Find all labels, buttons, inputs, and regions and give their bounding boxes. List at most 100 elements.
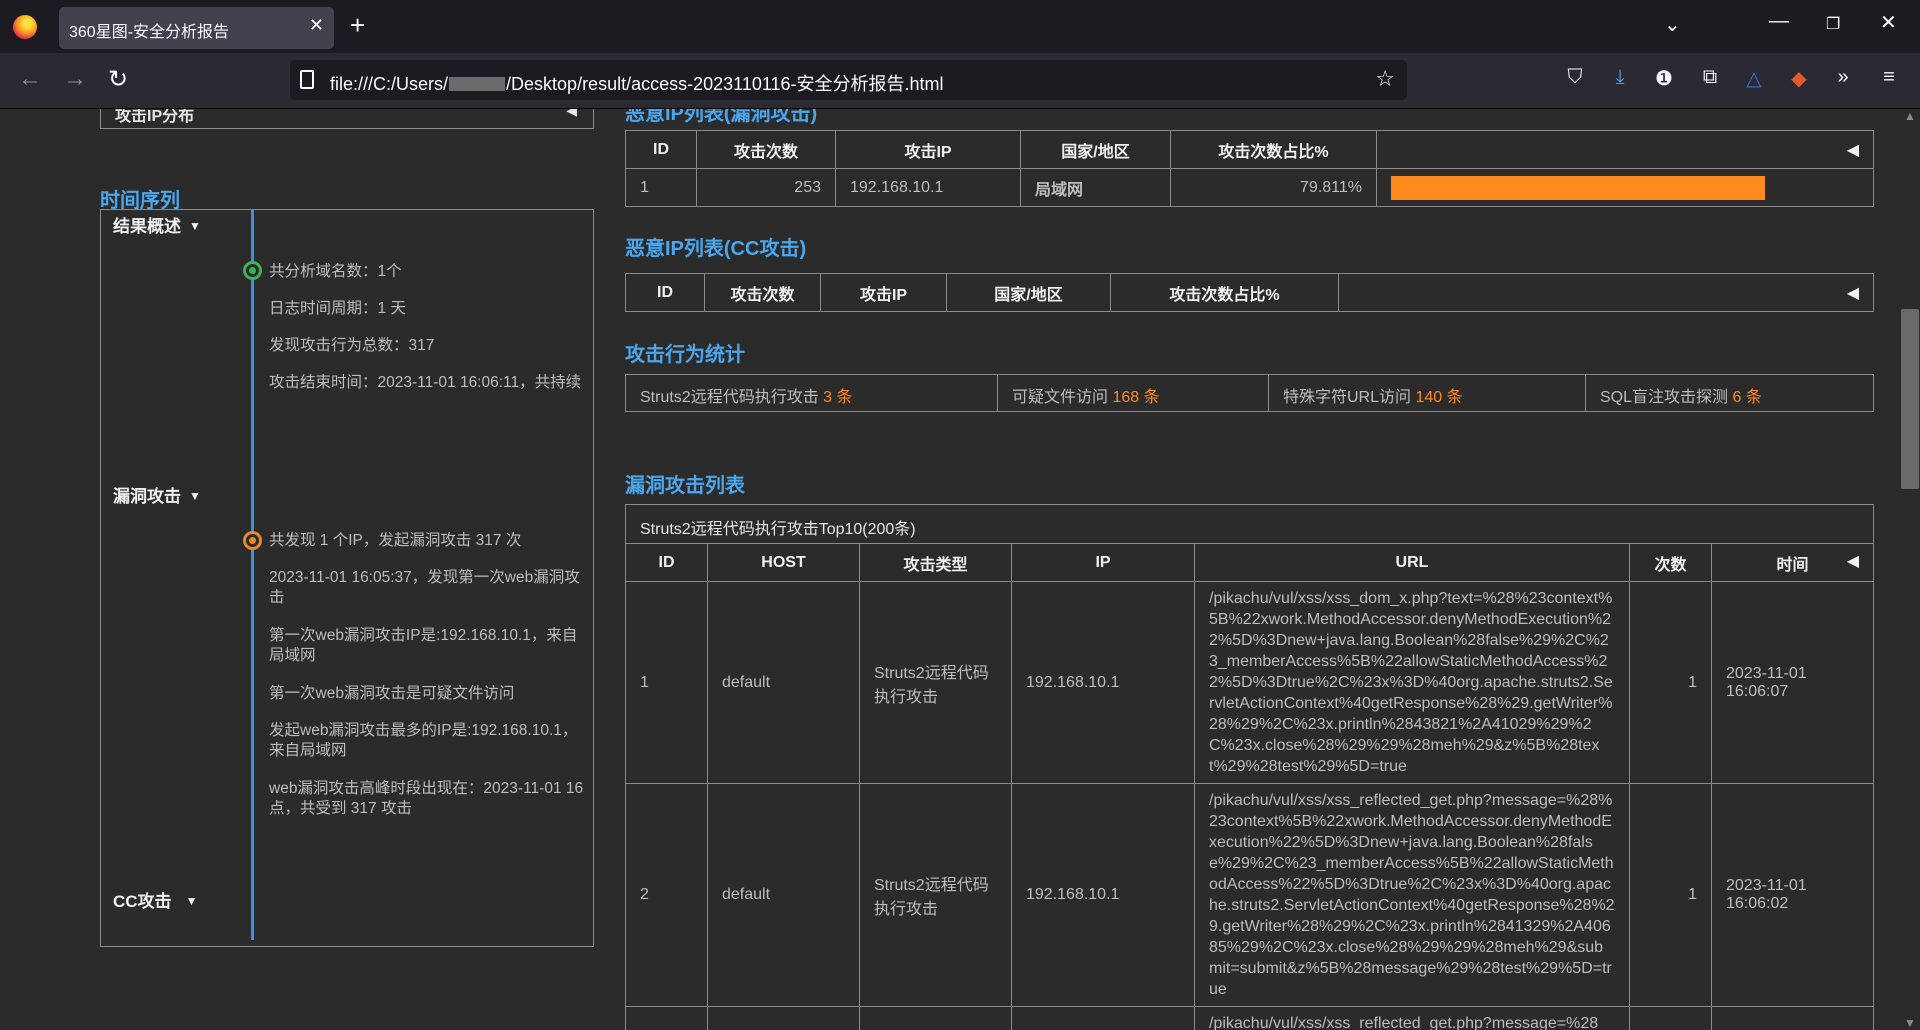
caret-down-icon: ▼ (189, 489, 201, 503)
cell-url: /pikachu/vul/xss/xss_reflected_get.php?m… (1194, 1006, 1630, 1030)
extension-blue-icon[interactable]: △ (1741, 66, 1767, 91)
col-region[interactable]: 国家/地区 (946, 273, 1111, 312)
col-id[interactable]: ID (625, 130, 697, 169)
section-cc-header[interactable]: CC攻击 ▼ (113, 887, 197, 912)
cell-count: 253 (696, 168, 836, 207)
restore-icon[interactable]: ❐ (1826, 14, 1840, 34)
url-text[interactable]: file:///C:/Users//Desktop/result/access-… (330, 70, 944, 96)
extensions-icon[interactable]: ⧉ (1697, 66, 1723, 89)
notification-badge-icon[interactable]: ❶ (1651, 66, 1677, 91)
summary-item: 攻击结束时间：2023-11-01 16:06:11，共持续 (269, 374, 582, 391)
minimize-icon[interactable]: — (1769, 10, 1789, 33)
firefox-icon[interactable] (13, 15, 37, 39)
col-host[interactable]: HOST (707, 543, 860, 582)
cell-id: 1 (625, 581, 708, 784)
col-pct[interactable]: 攻击次数占比% (1170, 130, 1377, 169)
col-pct[interactable]: 攻击次数占比% (1110, 273, 1339, 312)
pocket-icon[interactable]: ⛉ (1562, 66, 1588, 89)
col-count[interactable]: 次数 (1629, 543, 1712, 582)
cell-id: 2 (625, 783, 708, 1007)
nav-bar: ← → ↻ file:///C:/Users//Desktop/result/a… (0, 53, 1920, 109)
forward-icon[interactable]: → (63, 65, 87, 93)
timeseries-box: 结果概述 ▼ 共分析域名数：1个 日志时间周期：1 天 发现攻击行为总数：317 … (100, 209, 594, 947)
cell-count: 1 (1629, 581, 1712, 784)
collapse-arrow-icon[interactable]: ◀ (1376, 130, 1874, 169)
summary-item: 日志时间周期：1 天 (269, 300, 406, 317)
attack-stats-box: Struts2远程代码执行攻击 3 条 可疑文件访问 168 条 特殊字符URL… (625, 374, 1874, 412)
scroll-up-icon[interactable]: ▲ (1904, 109, 1916, 123)
bookmark-star-icon[interactable]: ☆ (1375, 66, 1395, 92)
redacted-username (449, 77, 506, 91)
timeline-dot-green (243, 261, 262, 280)
col-id[interactable]: ID (625, 543, 708, 582)
cell-ip: 192.168.10.1 (1011, 783, 1195, 1007)
collapse-arrow-icon[interactable]: ◀ (1338, 273, 1874, 312)
attack-stats-heading: 攻击行为统计 (625, 344, 745, 366)
cell-bar (1376, 168, 1874, 207)
reload-icon[interactable]: ↻ (108, 65, 128, 94)
cell-type: Struts2远程代码执行攻击 (859, 783, 1012, 1007)
timeline-dot-orange (243, 531, 262, 550)
cell-id: 1 (625, 168, 697, 207)
vuln-item: 2023-11-01 16:05:37，发现第一次web漏洞攻击 (269, 569, 580, 606)
col-count[interactable]: 攻击次数 (704, 273, 821, 312)
col-time[interactable]: 时间 ◀ (1711, 543, 1874, 582)
cell-count: 1 (1629, 783, 1712, 1007)
caret-down-icon: ▼ (185, 894, 198, 908)
table-header-row: ID 攻击次数 攻击IP 国家/地区 攻击次数占比% ◀ (625, 130, 1874, 169)
stat-struts2[interactable]: Struts2远程代码执行攻击 3 条 (626, 375, 998, 411)
vuln-item: 第一次web漏洞攻击是可疑文件访问 (269, 685, 515, 702)
col-url[interactable]: URL (1194, 543, 1630, 582)
cell-time (1711, 1006, 1874, 1030)
vertical-scrollbar[interactable]: ▲ ▼ (1900, 109, 1920, 1030)
caret-down-icon: ▼ (189, 219, 201, 233)
stat-special-char-url[interactable]: 特殊字符URL访问 140 条 (1269, 375, 1586, 411)
vuln-list-heading: 漏洞攻击列表 (625, 475, 745, 497)
col-count[interactable]: 攻击次数 (696, 130, 836, 169)
download-icon[interactable]: ⤓ (1607, 66, 1633, 89)
tab-bar: 360星图-安全分析报告 ✕ + ⌄ — ❐ ✕ (0, 0, 1920, 53)
chevron-down-icon[interactable]: ⌄ (1664, 12, 1681, 37)
collapse-arrow-icon[interactable]: ◀ (1847, 551, 1859, 571)
table-header-row: ID HOST 攻击类型 IP URL 次数 时间 ◀ (625, 543, 1874, 582)
new-tab-icon[interactable]: + (350, 10, 365, 41)
table-row[interactable]: 2 default Struts2远程代码执行攻击 192.168.10.1 /… (625, 783, 1874, 1007)
scroll-down-icon[interactable]: ▼ (1904, 1016, 1916, 1030)
close-tab-icon[interactable]: ✕ (309, 15, 324, 36)
percentage-bar (1391, 175, 1765, 200)
col-region[interactable]: 国家/地区 (1020, 130, 1171, 169)
section-vuln-header[interactable]: 漏洞攻击 ▼ (113, 482, 201, 507)
attack-ip-distribution-label: 攻击IP分布 (115, 109, 195, 125)
section-summary-header[interactable]: 结果概述 ▼ (113, 212, 201, 237)
cell-id (625, 1006, 708, 1030)
cell-host: default (707, 783, 860, 1007)
tab-title: 360星图-安全分析报告 (69, 24, 230, 41)
collapse-arrow-icon[interactable]: ◀ (566, 109, 577, 119)
stat-suspicious-file[interactable]: 可疑文件访问 168 条 (998, 375, 1269, 411)
menu-icon[interactable]: ≡ (1876, 66, 1902, 89)
tab-active[interactable]: 360星图-安全分析报告 ✕ (59, 7, 334, 49)
scrollbar-thumb[interactable] (1901, 309, 1919, 489)
table-row[interactable]: 1 default Struts2远程代码执行攻击 192.168.10.1 /… (625, 581, 1874, 784)
url-bar[interactable]: file:///C:/Users//Desktop/result/access-… (290, 60, 1407, 100)
vuln-list-caption: Struts2远程代码执行攻击Top10(200条) (625, 504, 1874, 544)
col-id[interactable]: ID (625, 273, 705, 312)
col-type[interactable]: 攻击类型 (859, 543, 1012, 582)
vuln-item: 第一次web漏洞攻击IP是:192.168.10.1，来自局域网 (269, 627, 578, 664)
summary-item: 共分析域名数：1个 (269, 263, 402, 280)
cell-type (859, 1006, 1012, 1030)
stat-sql-blind[interactable]: SQL盲注攻击探测 6 条 (1586, 375, 1873, 411)
close-window-icon[interactable]: ✕ (1880, 10, 1897, 35)
attack-ip-distribution-box[interactable]: 攻击IP分布 ◀ (100, 109, 594, 129)
summary-item: 发现攻击行为总数：317 (269, 337, 435, 354)
table-row[interactable]: 1 253 192.168.10.1 局域网 79.811% (625, 168, 1874, 207)
back-icon[interactable]: ← (18, 65, 42, 93)
page-icon (300, 70, 314, 89)
vuln-item: 共发现 1 个IP，发起漏洞攻击 317 次 (269, 532, 522, 549)
col-ip[interactable]: 攻击IP (820, 273, 947, 312)
table-row[interactable]: /pikachu/vul/xss/xss_reflected_get.php?m… (625, 1006, 1874, 1030)
more-tools-icon[interactable]: » (1830, 66, 1856, 89)
col-ip[interactable]: IP (1011, 543, 1195, 582)
col-ip[interactable]: 攻击IP (835, 130, 1021, 169)
extension-fox-icon[interactable]: ◆ (1786, 66, 1812, 91)
